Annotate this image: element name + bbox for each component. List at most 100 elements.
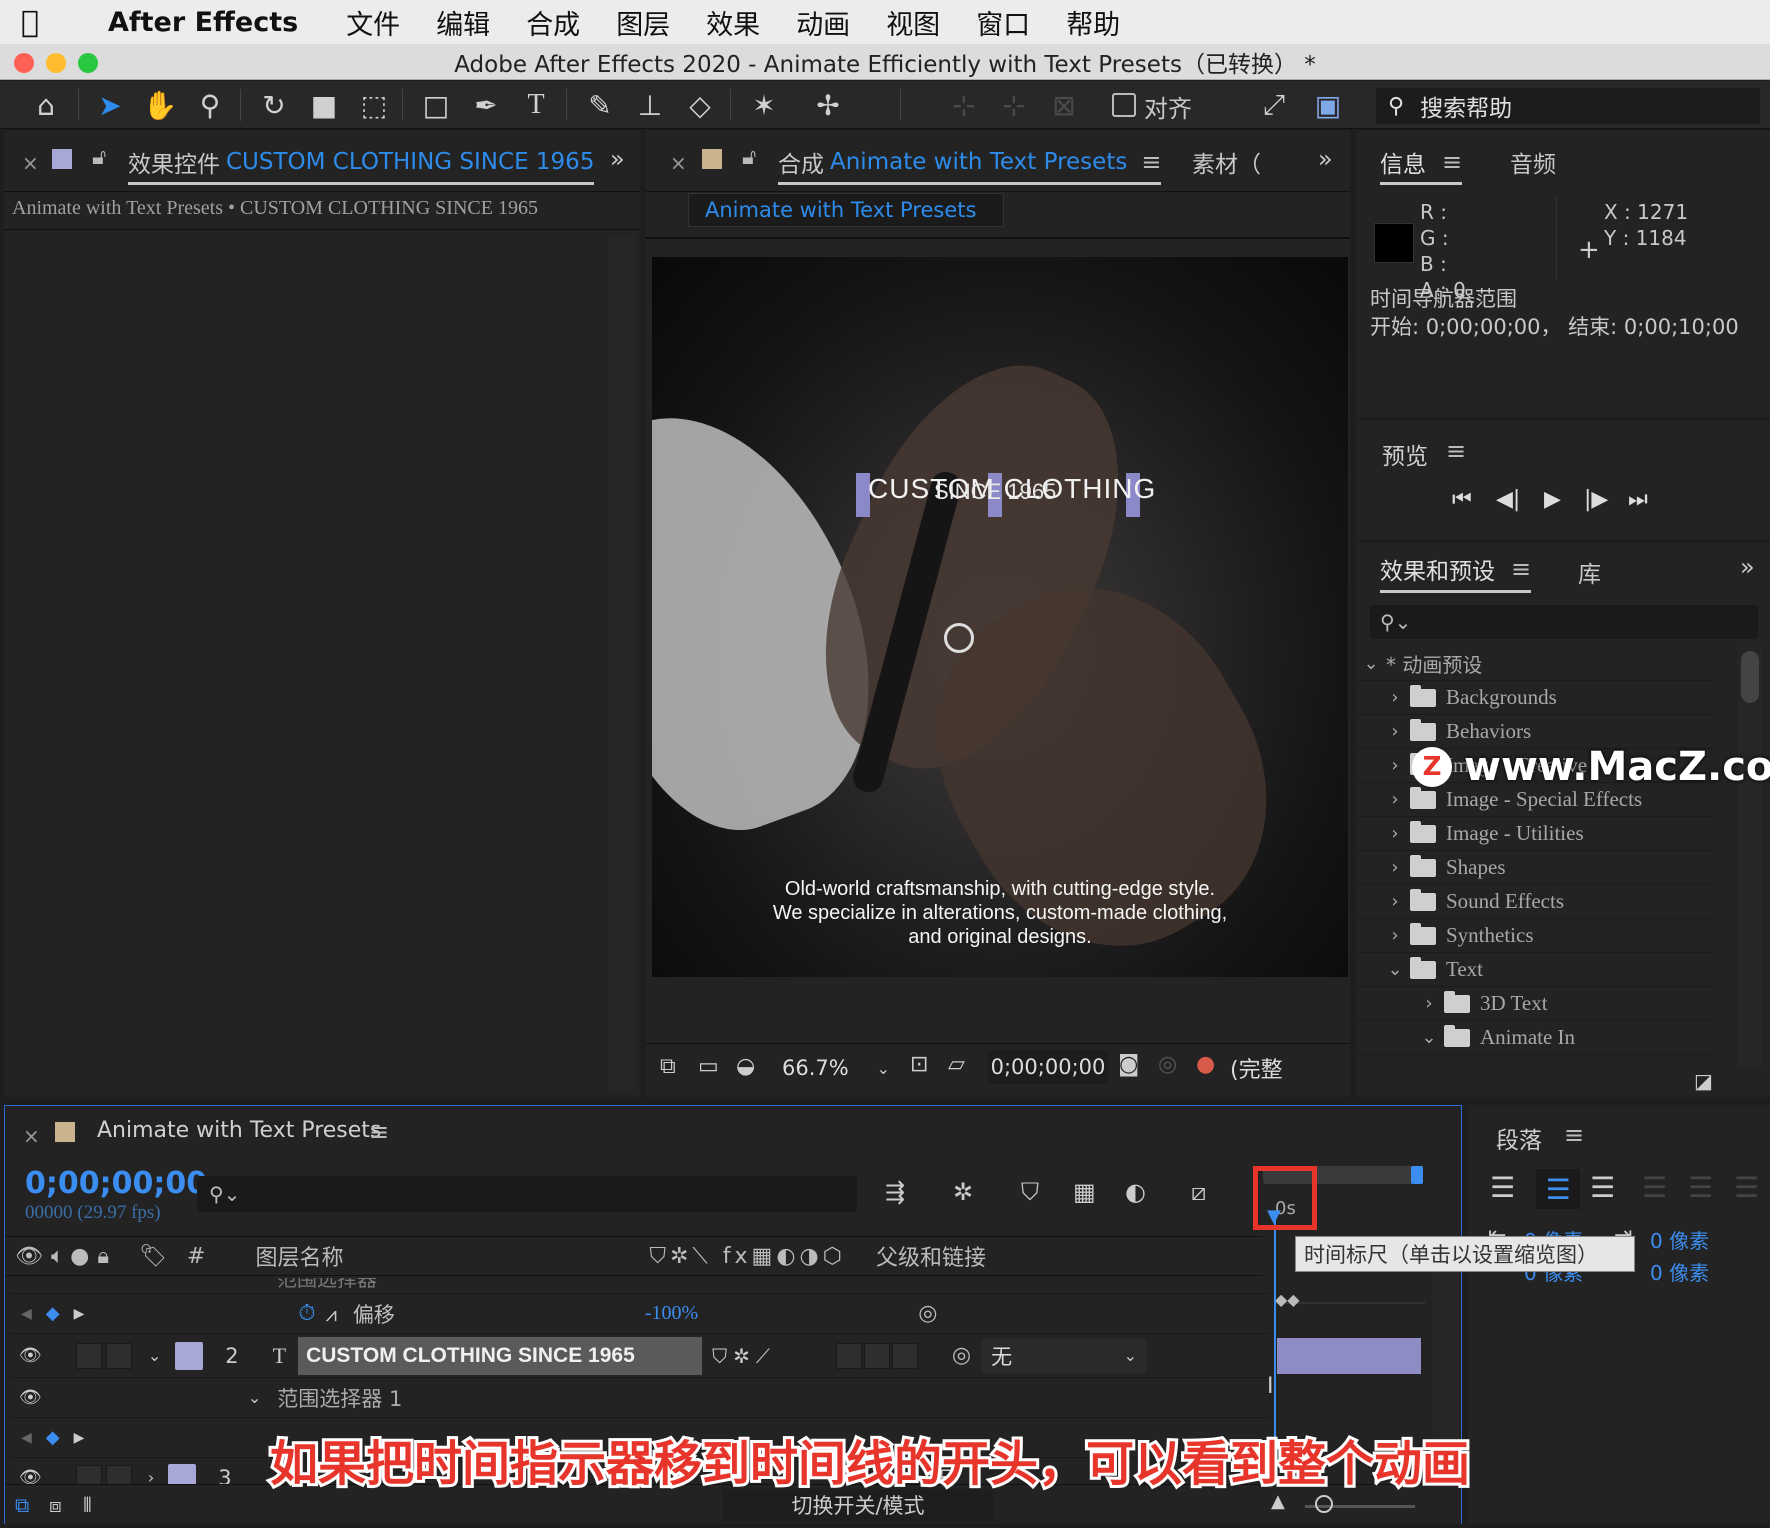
justify-left-icon[interactable]: ☰ <box>1642 1171 1667 1204</box>
search-help-field[interactable]: ⚲ 搜索帮助 <box>1376 88 1760 124</box>
menu-item-composition[interactable]: 合成 <box>526 3 580 42</box>
pen-tool-icon[interactable]: ✒ <box>468 87 504 123</box>
tab-library[interactable]: 库 <box>1578 555 1601 589</box>
first-frame-icon[interactable]: ⏮ <box>1452 487 1472 512</box>
pickwhip-icon[interactable]: ◎ <box>918 1301 937 1326</box>
menu-item-view[interactable]: 视图 <box>886 3 940 42</box>
effects-menu-icon[interactable]: ≡ <box>1511 555 1531 583</box>
zoom-out-mountain-icon[interactable]: ▲ <box>1271 1491 1285 1512</box>
axis-world-icon[interactable]: ⊹ <box>996 87 1032 123</box>
tree-item-image-utilities[interactable]: › Image - Utilities <box>1356 817 1716 851</box>
parent-dropdown[interactable]: 无 ⌄ <box>981 1338 1148 1373</box>
menu-item-file[interactable]: 文件 <box>346 3 400 42</box>
snapping-icon[interactable]: ⤢ <box>1256 87 1292 123</box>
timeline-search-input[interactable]: ⚲⌄ <box>197 1176 857 1212</box>
tab-info[interactable]: 信息 ≡ <box>1380 141 1463 185</box>
col-layer-name-label[interactable]: 图层名称 <box>255 1240 343 1272</box>
lock-box[interactable] <box>105 1342 132 1369</box>
offset-value[interactable]: -100% <box>645 1302 698 1325</box>
draft-3d-icon[interactable]: ✲ <box>953 1178 973 1206</box>
tab-paragraph[interactable]: 段落 <box>1496 1121 1542 1155</box>
comp-subtab[interactable]: Animate with Text Presets <box>688 193 1004 227</box>
last-frame-icon[interactable]: ⏭ <box>1628 487 1648 512</box>
apple-icon[interactable]:  <box>0 0 60 44</box>
next-keyframe-icon[interactable]: ▶︎ <box>74 1306 85 1322</box>
selection-tool-icon[interactable]: ➤ <box>92 87 128 123</box>
play-icon[interactable]: ▶︎ <box>1544 487 1561 512</box>
tab-footage[interactable]: 素材（ <box>1192 145 1261 179</box>
effects-scrollbar[interactable] <box>1738 647 1762 1067</box>
layer2-name-field[interactable]: CUSTOM CLOTHING SINCE 1965 <box>298 1336 703 1375</box>
comp-mini-flowchart-icon[interactable]: ⇶ <box>885 1178 905 1206</box>
stopwatch-icon[interactable]: ⏱ <box>298 1301 315 1326</box>
graph-editor-icon[interactable]: ⧄ <box>1191 1178 1206 1206</box>
comp-lock-icon[interactable]: 🔓︎ <box>742 145 756 170</box>
always-preview-icon[interactable]: ⧉ <box>660 1054 676 1079</box>
menu-item-edit[interactable]: 编辑 <box>436 3 490 42</box>
tree-item-3d-text[interactable]: › 3D Text <box>1356 987 1716 1021</box>
table-row-layer-2[interactable]: 👁︎ ⌄ 2 T CUSTOM CLOTHING SINCE 1965 ⛉✲⟋ … <box>9 1334 1269 1378</box>
tree-item-sound-effects[interactable]: › Sound Effects <box>1356 885 1716 919</box>
align-center-button[interactable]: ☰ <box>1536 1169 1580 1209</box>
brush-tool-icon[interactable]: ✎ <box>582 87 618 123</box>
rectangle-tool-icon[interactable]: □ <box>418 87 454 123</box>
timeline-current-time[interactable]: 0;00;00;00 <box>25 1166 207 1201</box>
paragraph-menu-icon[interactable]: ≡ <box>1564 1121 1584 1149</box>
zoom-window-button[interactable] <box>78 53 98 73</box>
layer-label-swatch[interactable] <box>175 1341 204 1370</box>
motion-blur-icon[interactable]: ◐ <box>1125 1178 1146 1206</box>
monitor-icon[interactable]: ▭ <box>698 1054 719 1079</box>
resolution-dropdown[interactable]: (完整 <box>1230 1052 1283 1084</box>
menu-item-help[interactable]: 帮助 <box>1066 3 1120 42</box>
roto-brush-tool-icon[interactable]: ✶ <box>746 87 782 123</box>
chevron-down-icon[interactable]: ⌄ <box>148 1346 161 1365</box>
tree-item-text[interactable]: ⌄ Text <box>1356 953 1716 987</box>
zoom-dropdown[interactable]: 66.7% ⌄ <box>776 1052 896 1084</box>
previous-frame-icon[interactable]: ◀︎| <box>1496 487 1520 512</box>
next-frame-icon[interactable]: |▶︎ <box>1584 487 1608 512</box>
home-icon[interactable]: ⌂ <box>28 87 64 123</box>
keyframe-diamond-icon[interactable]: ◆ <box>46 1427 60 1448</box>
snapshot-camera-icon[interactable]: ◙ <box>1118 1052 1139 1077</box>
tab-effects-presets[interactable]: 效果和预设 ≡ <box>1380 547 1532 593</box>
eye-icon[interactable]: 👁︎ <box>15 1244 43 1269</box>
layer-duration-bar[interactable] <box>1277 1338 1421 1374</box>
pickwhip-icon[interactable]: ◎ <box>952 1343 971 1368</box>
shy-layers-icon[interactable]: ⛉ <box>1021 1178 1039 1206</box>
panel-overflow-icon[interactable]: » <box>610 145 625 173</box>
zoom-slider-thumb[interactable] <box>1315 1495 1333 1513</box>
space-before-value[interactable]: 0 像素 <box>1650 1225 1709 1254</box>
solo-icon[interactable]: ● <box>70 1244 89 1269</box>
switch-box[interactable] <box>891 1342 918 1369</box>
clone-stamp-tool-icon[interactable]: ⊥ <box>632 87 668 123</box>
label-tag-icon[interactable]: 🏷︎ <box>139 1244 167 1269</box>
align-right-icon[interactable]: ☰ <box>1590 1171 1615 1204</box>
eye-icon[interactable]: 👁︎ <box>19 1345 42 1366</box>
close-comp-tab-icon[interactable]: × <box>670 151 687 175</box>
tree-item-shapes[interactable]: › Shapes <box>1356 851 1716 885</box>
eraser-tool-icon[interactable]: ◇ <box>682 87 718 123</box>
lock-icon[interactable]: 🔒︎ <box>97 1244 109 1269</box>
lock-icon[interactable]: 🔓︎ <box>92 145 106 170</box>
menu-item-layer[interactable]: 图层 <box>616 3 670 42</box>
layer2-switches[interactable]: ⛉✲⟋ <box>712 1344 776 1368</box>
table-row-offset[interactable]: ◀︎ ◆ ▶︎ ⏱ ⩘ 偏移 -100% ◎ <box>9 1294 1269 1334</box>
eye-icon[interactable]: 👁︎ <box>19 1387 42 1408</box>
menu-item-animation[interactable]: 动画 <box>796 3 850 42</box>
justify-center-icon[interactable]: ☰ <box>1688 1171 1713 1204</box>
menu-app-name[interactable]: After Effects <box>108 7 298 38</box>
audio-icon[interactable]: 🔈︎ <box>51 1244 64 1269</box>
puppet-pin-tool-icon[interactable]: ✢ <box>810 87 846 123</box>
menu-item-effect[interactable]: 效果 <box>706 3 760 42</box>
anchor-point-icon[interactable] <box>944 623 974 653</box>
zoom-tool-icon[interactable]: ⚲ <box>192 87 228 123</box>
new-folder-icon[interactable]: ◪ <box>1694 1069 1713 1093</box>
graph-icon[interactable]: ⩘ <box>326 1302 337 1326</box>
color-channels-icon[interactable]: ● <box>1196 1052 1215 1077</box>
region-of-interest-icon[interactable]: ⊡ <box>910 1052 928 1077</box>
effects-search-input[interactable]: ⚲⌄ <box>1370 605 1758 639</box>
prev-keyframe-icon[interactable]: ◀︎ <box>21 1306 32 1322</box>
rotate-tool-icon[interactable]: ↻ <box>256 87 292 123</box>
effects-overflow-icon[interactable]: » <box>1740 553 1755 581</box>
justify-right-icon[interactable]: ☰ <box>1734 1171 1759 1204</box>
